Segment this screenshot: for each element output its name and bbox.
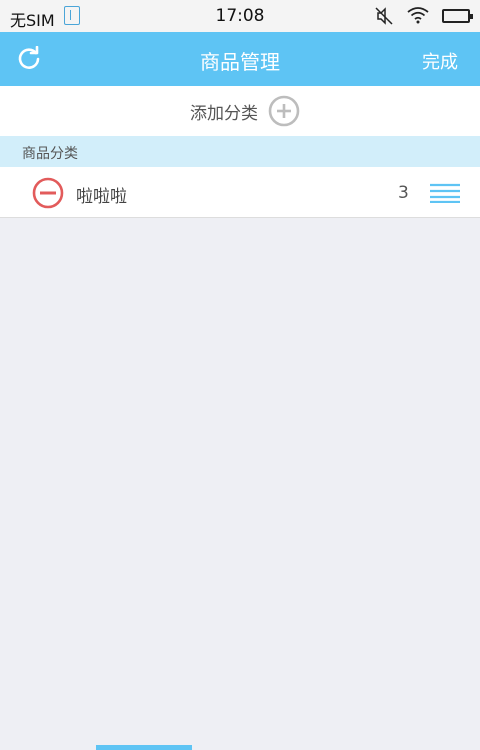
section-header: 商品分类 — [0, 136, 480, 167]
add-category-label: 添加分类 — [190, 103, 258, 124]
list-item: 啦啦啦 3 — [0, 167, 480, 218]
plus-circle-icon — [268, 95, 300, 127]
done-button[interactable]: 完成 — [422, 48, 458, 74]
tab-indicator — [96, 745, 192, 750]
wifi-icon — [406, 5, 430, 29]
add-category-button[interactable]: 添加分类 — [0, 86, 480, 136]
page-title: 商品管理 — [200, 50, 280, 74]
delete-category-icon[interactable] — [32, 177, 64, 209]
mute-icon — [374, 6, 394, 30]
status-bar: 无SIM 17:08 — [0, 0, 480, 32]
category-name[interactable]: 啦啦啦 — [76, 182, 127, 207]
category-count: 3 — [398, 183, 409, 203]
nav-bar: 商品管理 完成 — [0, 32, 480, 86]
drag-handle-icon[interactable] — [430, 183, 460, 204]
battery-icon — [442, 9, 473, 23]
section-title: 商品分类 — [22, 146, 78, 162]
